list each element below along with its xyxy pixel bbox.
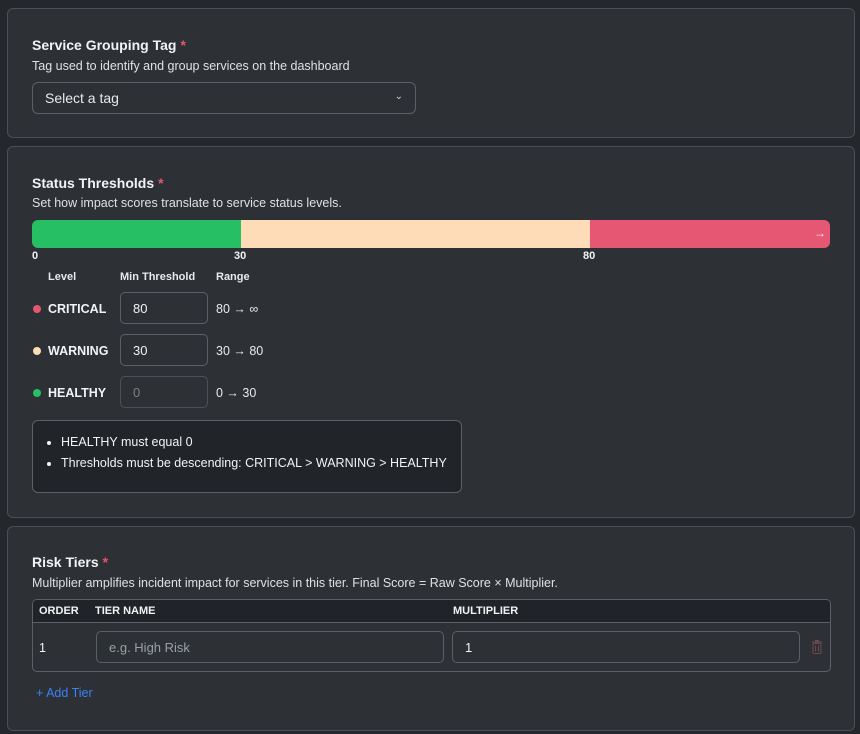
risk-title-text: Risk Tiers xyxy=(32,554,99,570)
healthy-threshold-input: 0 xyxy=(120,376,208,408)
risk-description: Multiplier amplifies incident impact for… xyxy=(32,576,558,590)
level-warning: WARNING xyxy=(48,344,109,358)
chevron-down-icon: ⌄ xyxy=(394,91,403,102)
critical-range: 80 → ∞ xyxy=(216,302,259,316)
risk-tiers-table: ORDER TIER NAME MULTIPLIER 1 e.g. High R… xyxy=(32,599,831,672)
critical-segment: → xyxy=(590,220,830,248)
critical-dot-icon xyxy=(33,305,41,313)
level-critical: CRITICAL xyxy=(48,302,107,316)
column-order: ORDER xyxy=(39,605,79,617)
validation-errors: HEALTHY must equal 0 Thresholds must be … xyxy=(32,420,462,493)
critical-threshold-value: 80 xyxy=(133,300,148,316)
warning-threshold-input[interactable]: 30 xyxy=(120,334,208,366)
multiplier-input[interactable]: 1 xyxy=(452,631,800,663)
column-range: Range xyxy=(216,271,250,283)
arrow-right-icon: → xyxy=(814,226,826,240)
warning-range: 30 → 80 xyxy=(216,344,264,358)
tier-order: 1 xyxy=(39,641,46,655)
warning-dot-icon xyxy=(33,347,41,355)
required-mark: * xyxy=(102,554,109,570)
column-level: Level xyxy=(48,271,77,283)
multiplier-value: 1 xyxy=(465,639,473,655)
column-min-threshold: Min Threshold xyxy=(120,271,196,283)
table-header: ORDER TIER NAME MULTIPLIER xyxy=(33,600,830,623)
required-mark: * xyxy=(158,175,164,191)
column-tier-name: TIER NAME xyxy=(95,605,156,617)
grouping-title: Service Grouping Tag * xyxy=(32,37,186,53)
thresholds-description: Set how impact scores translate to servi… xyxy=(32,196,342,210)
warning-threshold-value: 30 xyxy=(133,342,148,358)
tag-select[interactable]: Select a tag ⌄ xyxy=(32,82,416,114)
status-thresholds-card: Status Thresholds * Set how impact scores… xyxy=(7,146,855,518)
warning-segment xyxy=(241,220,590,248)
critical-threshold-input[interactable]: 80 xyxy=(120,292,208,324)
bar-tick-0: 0 xyxy=(32,250,39,262)
error-item: HEALTHY must equal 0 xyxy=(61,435,449,449)
bar-tick-80: 80 xyxy=(583,250,596,262)
healthy-threshold-value: 0 xyxy=(133,384,141,400)
grouping-description: Tag used to identify and group services … xyxy=(32,59,350,73)
level-healthy: HEALTHY xyxy=(48,386,107,400)
trash-icon[interactable] xyxy=(811,640,823,654)
error-item: Thresholds must be descending: CRITICAL … xyxy=(61,456,449,470)
thresholds-title: Status Thresholds * xyxy=(32,175,164,191)
healthy-segment xyxy=(32,220,241,248)
risk-title: Risk Tiers * xyxy=(32,554,108,570)
required-mark: * xyxy=(180,37,186,53)
tag-select-value: Select a tag xyxy=(45,90,119,106)
grouping-title-text: Service Grouping Tag xyxy=(32,37,177,53)
threshold-bar: → xyxy=(32,220,830,248)
risk-tiers-card: Risk Tiers * Multiplier amplifies inciden… xyxy=(7,526,855,731)
column-multiplier: MULTIPLIER xyxy=(453,605,519,617)
add-tier-button[interactable]: + Add Tier xyxy=(36,686,93,700)
tier-name-input[interactable]: e.g. High Risk xyxy=(96,631,444,663)
healthy-dot-icon xyxy=(33,389,41,397)
healthy-range: 0 → 30 xyxy=(216,386,257,400)
bar-tick-30: 30 xyxy=(234,250,247,262)
tier-name-placeholder: e.g. High Risk xyxy=(109,639,190,655)
thresholds-title-text: Status Thresholds xyxy=(32,175,155,191)
service-grouping-card: Service Grouping Tag * Tag used to identi… xyxy=(7,8,855,138)
